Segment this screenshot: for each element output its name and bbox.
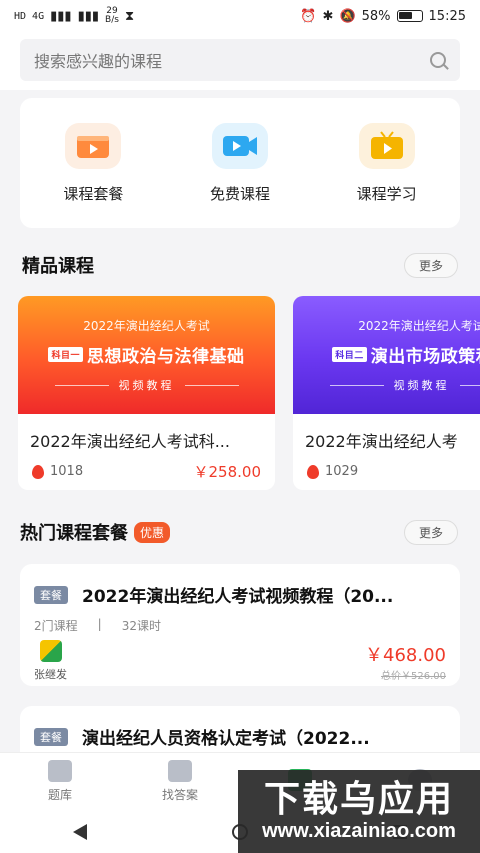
- package-original-price: 总价￥526.00: [381, 671, 446, 682]
- tv-yellow-icon: [358, 122, 415, 169]
- course-meta: 1029 ￥: [307, 461, 480, 482]
- search-header: 搜索感兴趣的课程: [0, 32, 480, 90]
- tab-label: 找答案: [161, 788, 198, 802]
- package-title-row: 套餐 演出经纪人员资格认定考试（2022...: [20, 706, 460, 749]
- fire-icon: [307, 464, 319, 479]
- featured-title: 精品课程: [22, 256, 94, 277]
- quick-link-label: 课程学习: [356, 184, 417, 203]
- discount-badge: 优惠: [134, 521, 171, 543]
- search-input[interactable]: 搜索感兴趣的课程: [20, 39, 460, 81]
- package-tag: 套餐: [34, 727, 68, 746]
- package-title: 2022年演出经纪人考试视频教程（20...: [82, 587, 394, 607]
- featured-section-header: 精品课程 更多: [22, 252, 458, 278]
- banner-top-text: 2022年演出经纪人考试: [358, 319, 480, 333]
- tv-orange-icon: [65, 122, 122, 169]
- banner-subject-name: 思想政治与法律基础: [87, 347, 245, 367]
- course-meta: 1018 ￥258.00: [32, 461, 261, 482]
- fire-icon: [32, 464, 44, 479]
- banner-sub-text: 视频教程: [55, 377, 239, 393]
- search-icon[interactable]: [430, 52, 446, 68]
- featured-more-button[interactable]: 更多: [403, 252, 458, 278]
- clock: 15:25: [428, 8, 466, 24]
- package-hours: 32课时: [121, 619, 161, 633]
- package-bottom: 张继发 ￥468.00 总价￥526.00: [20, 634, 460, 696]
- tab-question-bank[interactable]: 题库: [15, 760, 105, 803]
- featured-course-list: 2022年演出经纪人考试 科目一 思想政治与法律基础 视频教程 2022年演出经…: [18, 296, 480, 490]
- view-count: 1018: [50, 464, 84, 479]
- package-course-count: 2门课程: [34, 619, 78, 633]
- quick-link-course-packages[interactable]: 课程套餐: [33, 122, 153, 204]
- watermark-main-text: 下载乌应用: [263, 779, 454, 820]
- course-banner: 2022年演出经纪人考试 科目二 演出市场政策和经 视频教程: [293, 296, 480, 414]
- package-title: 演出经纪人员资格认定考试（2022...: [82, 729, 370, 749]
- teacher: 张继发: [34, 640, 67, 682]
- course-name: 2022年演出经纪人考试科...: [30, 432, 230, 451]
- network-speed: 29 B/s: [105, 6, 119, 25]
- battery-icon: [396, 10, 423, 22]
- package-card[interactable]: 套餐 2022年演出经纪人考试视频教程（20... 2门课程 | 32课时 张继…: [20, 564, 460, 686]
- course-card[interactable]: 2022年演出经纪人考试 科目二 演出市场政策和经 视频教程 2022年演出经纪…: [293, 296, 480, 490]
- package-tag: 套餐: [34, 585, 68, 604]
- watermark: 下载乌应用 www.xiazainiao.com: [238, 770, 480, 853]
- banner-subject-tag: 科目一: [48, 347, 83, 362]
- banner-top-text: 2022年演出经纪人考试: [83, 319, 210, 333]
- battery-percent: 58%: [361, 8, 391, 24]
- alarm-icon: ⏰: [300, 8, 317, 24]
- quick-link-course-study[interactable]: 课程学习: [327, 122, 447, 204]
- quick-links-panel: 课程套餐 免费课程 课程学习: [20, 98, 460, 228]
- quick-link-label: 免费课程: [209, 184, 270, 203]
- hourglass-icon: ⧗: [124, 8, 135, 24]
- mute-icon: 🔕: [339, 8, 356, 24]
- search-placeholder: 搜索感兴趣的课程: [34, 52, 163, 71]
- signal-icon-2: ▮▮▮: [77, 8, 100, 24]
- package-separator: |: [97, 617, 102, 631]
- package-info: 2门课程 | 32课时: [20, 607, 460, 634]
- teacher-name: 张继发: [34, 668, 67, 681]
- banner-subject-name: 演出市场政策和经: [370, 347, 480, 367]
- teacher-avatar-icon: [39, 640, 62, 662]
- packages-more-button[interactable]: 更多: [403, 519, 458, 545]
- view-count: 1029: [325, 464, 359, 479]
- tab-find-answer[interactable]: 找答案: [135, 760, 225, 803]
- watermark-url: www.xiazainiao.com: [262, 820, 456, 842]
- quick-link-free-courses[interactable]: 免费课程: [180, 122, 300, 204]
- tab-label: 题库: [47, 788, 72, 802]
- video-camera-icon: [211, 122, 268, 169]
- package-prices: ￥468.00 总价￥526.00: [365, 641, 446, 682]
- bluetooth-icon: ✱: [322, 8, 334, 24]
- packages-title: 热门课程套餐: [20, 523, 128, 544]
- status-bar: HD 4G ▮▮▮ ▮▮▮ 29 B/s ⧗ ⏰ ✱ 🔕 58% 15:25: [0, 0, 480, 32]
- package-price: ￥468.00: [365, 645, 446, 666]
- banner-main-text: 科目一 思想政治与法律基础: [48, 342, 244, 367]
- back-icon[interactable]: [72, 823, 87, 840]
- course-card[interactable]: 2022年演出经纪人考试 科目一 思想政治与法律基础 视频教程 2022年演出经…: [18, 296, 275, 490]
- find-answer-icon: [168, 760, 192, 782]
- banner-main-text: 科目二 演出市场政策和经: [332, 342, 480, 367]
- course-banner: 2022年演出经纪人考试 科目一 思想政治与法律基础 视频教程: [18, 296, 275, 414]
- banner-subject-tag: 科目二: [332, 347, 367, 362]
- quick-link-label: 课程套餐: [63, 184, 124, 203]
- signal-icon: ▮▮▮: [50, 8, 72, 24]
- course-price: ￥258.00: [193, 463, 262, 481]
- network-indicator: 4G: [32, 10, 45, 22]
- package-title-row: 套餐 2022年演出经纪人考试视频教程（20...: [20, 564, 460, 607]
- banner-sub-text: 视频教程: [330, 377, 480, 393]
- packages-section-header: 热门课程套餐 优惠 更多: [20, 519, 458, 545]
- course-name: 2022年演出经纪人考: [305, 432, 458, 451]
- question-bank-icon: [48, 760, 72, 782]
- hd-indicator: HD: [14, 10, 27, 22]
